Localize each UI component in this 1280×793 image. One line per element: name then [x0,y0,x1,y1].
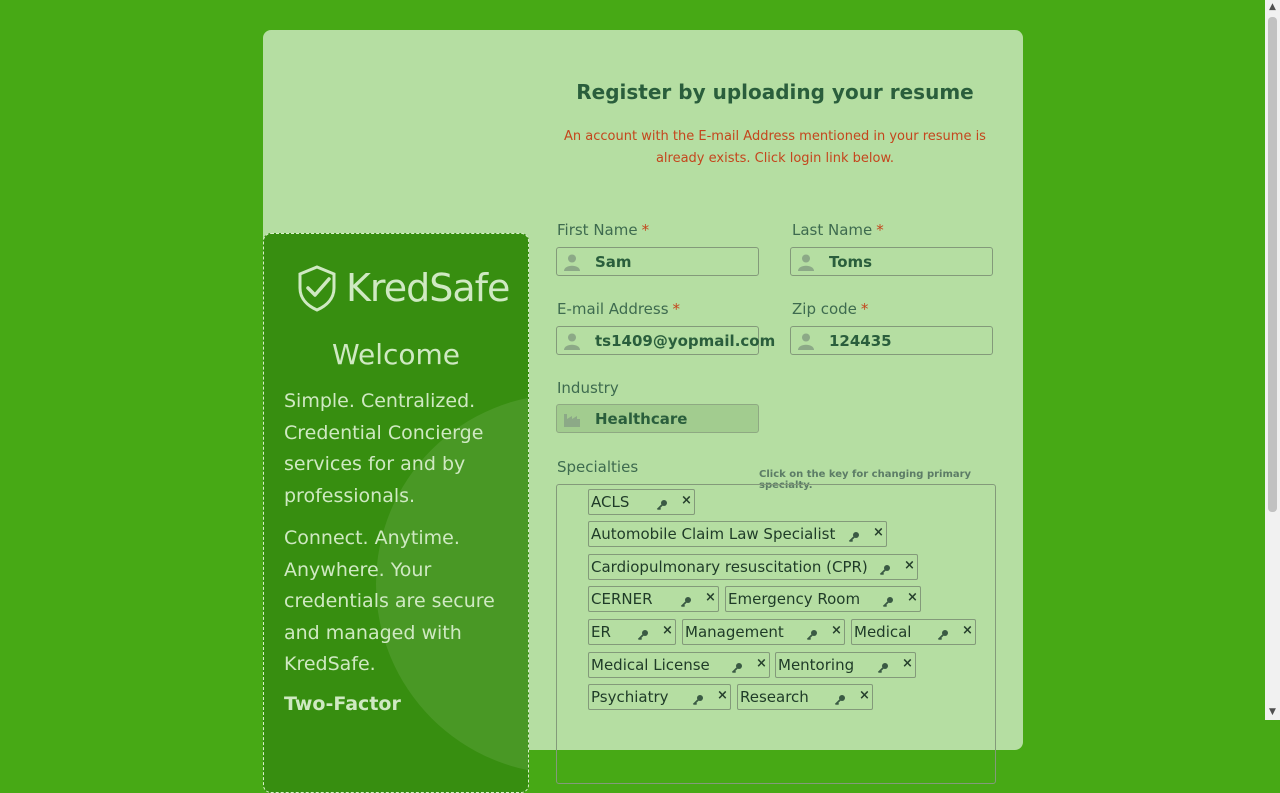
user-icon [797,253,815,271]
specialty-tag-label: Medical License [591,656,710,674]
key-icon[interactable] [877,659,889,674]
specialty-tag: Cardiopulmonary resuscitation (CPR) × [588,554,918,580]
specialty-tag: Medical × [851,619,976,645]
close-icon[interactable]: × [681,493,692,508]
scroll-up-icon[interactable]: ▲ [1265,0,1280,15]
first-name-label: First Name * [557,221,649,239]
user-icon [563,253,581,271]
close-icon[interactable]: × [907,590,918,605]
specialty-tag-label: CERNER [591,590,653,608]
shield-check-icon [298,265,336,312]
factory-icon [563,410,581,428]
email-label-text: E-mail Address [557,300,669,318]
last-name-label-text: Last Name [792,221,873,239]
zip-field[interactable]: 124435 [790,326,993,355]
last-name-field[interactable]: Toms [790,247,993,276]
page-title: Register by uploading your resume [576,80,974,104]
key-icon[interactable] [848,528,860,543]
first-name-label-text: First Name [557,221,638,239]
last-name-label: Last Name * [792,221,884,239]
brand-logo: KredSafe [296,264,510,312]
specialty-tag-label: Psychiatry [591,688,669,706]
welcome-panel: KredSafe Welcome Simple. Centralized. Cr… [263,233,529,793]
specialty-tag: Management × [682,619,845,645]
specialty-tag-label: Medical [854,623,912,641]
error-message: An account with the E-mail Address menti… [564,129,986,166]
specialties-label: Specialties [557,458,639,476]
key-icon[interactable] [879,561,891,576]
close-icon[interactable]: × [859,688,870,703]
close-icon[interactable]: × [904,558,915,573]
tagline-text: Simple. Centralized. Credential Concierg… [284,390,484,507]
close-icon[interactable]: × [705,590,716,605]
specialty-tag-label: Emergency Room [728,590,861,608]
close-icon[interactable]: × [962,623,973,638]
last-name-value: Toms [829,252,873,271]
close-icon[interactable]: × [831,623,842,638]
scrollbar-thumb[interactable] [1268,17,1277,512]
email-label: E-mail Address * [557,300,680,318]
required-mark: * [876,221,884,239]
specialty-tag: Psychiatry × [588,684,731,710]
key-icon[interactable] [637,626,649,641]
zip-label: Zip code * [792,300,868,318]
close-icon[interactable]: × [662,623,673,638]
specialties-box[interactable]: ACLS × Automobile Claim Law Specialist × Car… [556,484,996,784]
specialty-tag-label: ER [591,623,611,641]
zip-label-text: Zip code [792,300,857,318]
key-icon[interactable] [806,626,818,641]
page-scrollbar[interactable]: ▲ ▼ [1265,0,1280,720]
specialty-tag-label: Automobile Claim Law Specialist [591,525,836,543]
first-name-value: Sam [595,252,632,271]
specialty-tag: Automobile Claim Law Specialist × [588,521,887,547]
registration-card: KredSafe Welcome Simple. Centralized. Cr… [263,30,1023,793]
required-mark: * [860,300,869,318]
specialty-tag-label: ACLS [591,493,630,511]
email-value: ts1409@yopmail.com [595,331,776,350]
required-mark: * [672,300,681,318]
industry-label: Industry [557,379,619,397]
specialty-tag-label: Cardiopulmonary resuscitation (CPR) [591,558,868,576]
specialty-tag: CERNER × [588,586,719,612]
specialty-tag: Medical License × [588,652,770,678]
welcome-heading: Welcome [331,338,461,371]
email-field[interactable]: ts1409@yopmail.com [556,326,775,355]
close-icon[interactable]: × [902,656,913,671]
user-icon [563,332,581,350]
industry-value: Healthcare [595,409,688,428]
zip-value: 124435 [829,331,892,350]
specialty-tag: Research × [737,684,873,710]
specialty-tag-label: Management [685,623,784,641]
key-icon[interactable] [656,496,668,511]
specialty-tag: ACLS × [588,489,695,515]
scroll-down-icon[interactable]: ▼ [1265,705,1280,720]
connect-text: Connect. Anytime. Anywhere. Your credent… [284,527,495,675]
specialty-tag-label: Mentoring [778,656,855,674]
close-icon[interactable]: × [717,688,728,703]
specialty-tag: Emergency Room × [725,586,921,612]
brand-name: KredSafe [346,266,510,310]
close-icon[interactable]: × [873,525,884,540]
industry-field[interactable]: Healthcare [556,404,759,433]
key-icon[interactable] [680,593,692,608]
key-icon[interactable] [882,593,894,608]
specialty-tag: ER × [588,619,676,645]
key-icon[interactable] [834,691,846,706]
first-name-field[interactable]: Sam [556,247,759,276]
key-icon[interactable] [937,626,949,641]
two-factor-heading: Two-Factor [284,693,401,715]
required-mark: * [641,221,650,239]
key-icon[interactable] [692,691,704,706]
close-icon[interactable]: × [756,656,767,671]
specialty-tag-label: Research [740,688,809,706]
specialty-tag: Mentoring × [775,652,916,678]
user-icon [797,332,815,350]
key-icon[interactable] [731,659,743,674]
